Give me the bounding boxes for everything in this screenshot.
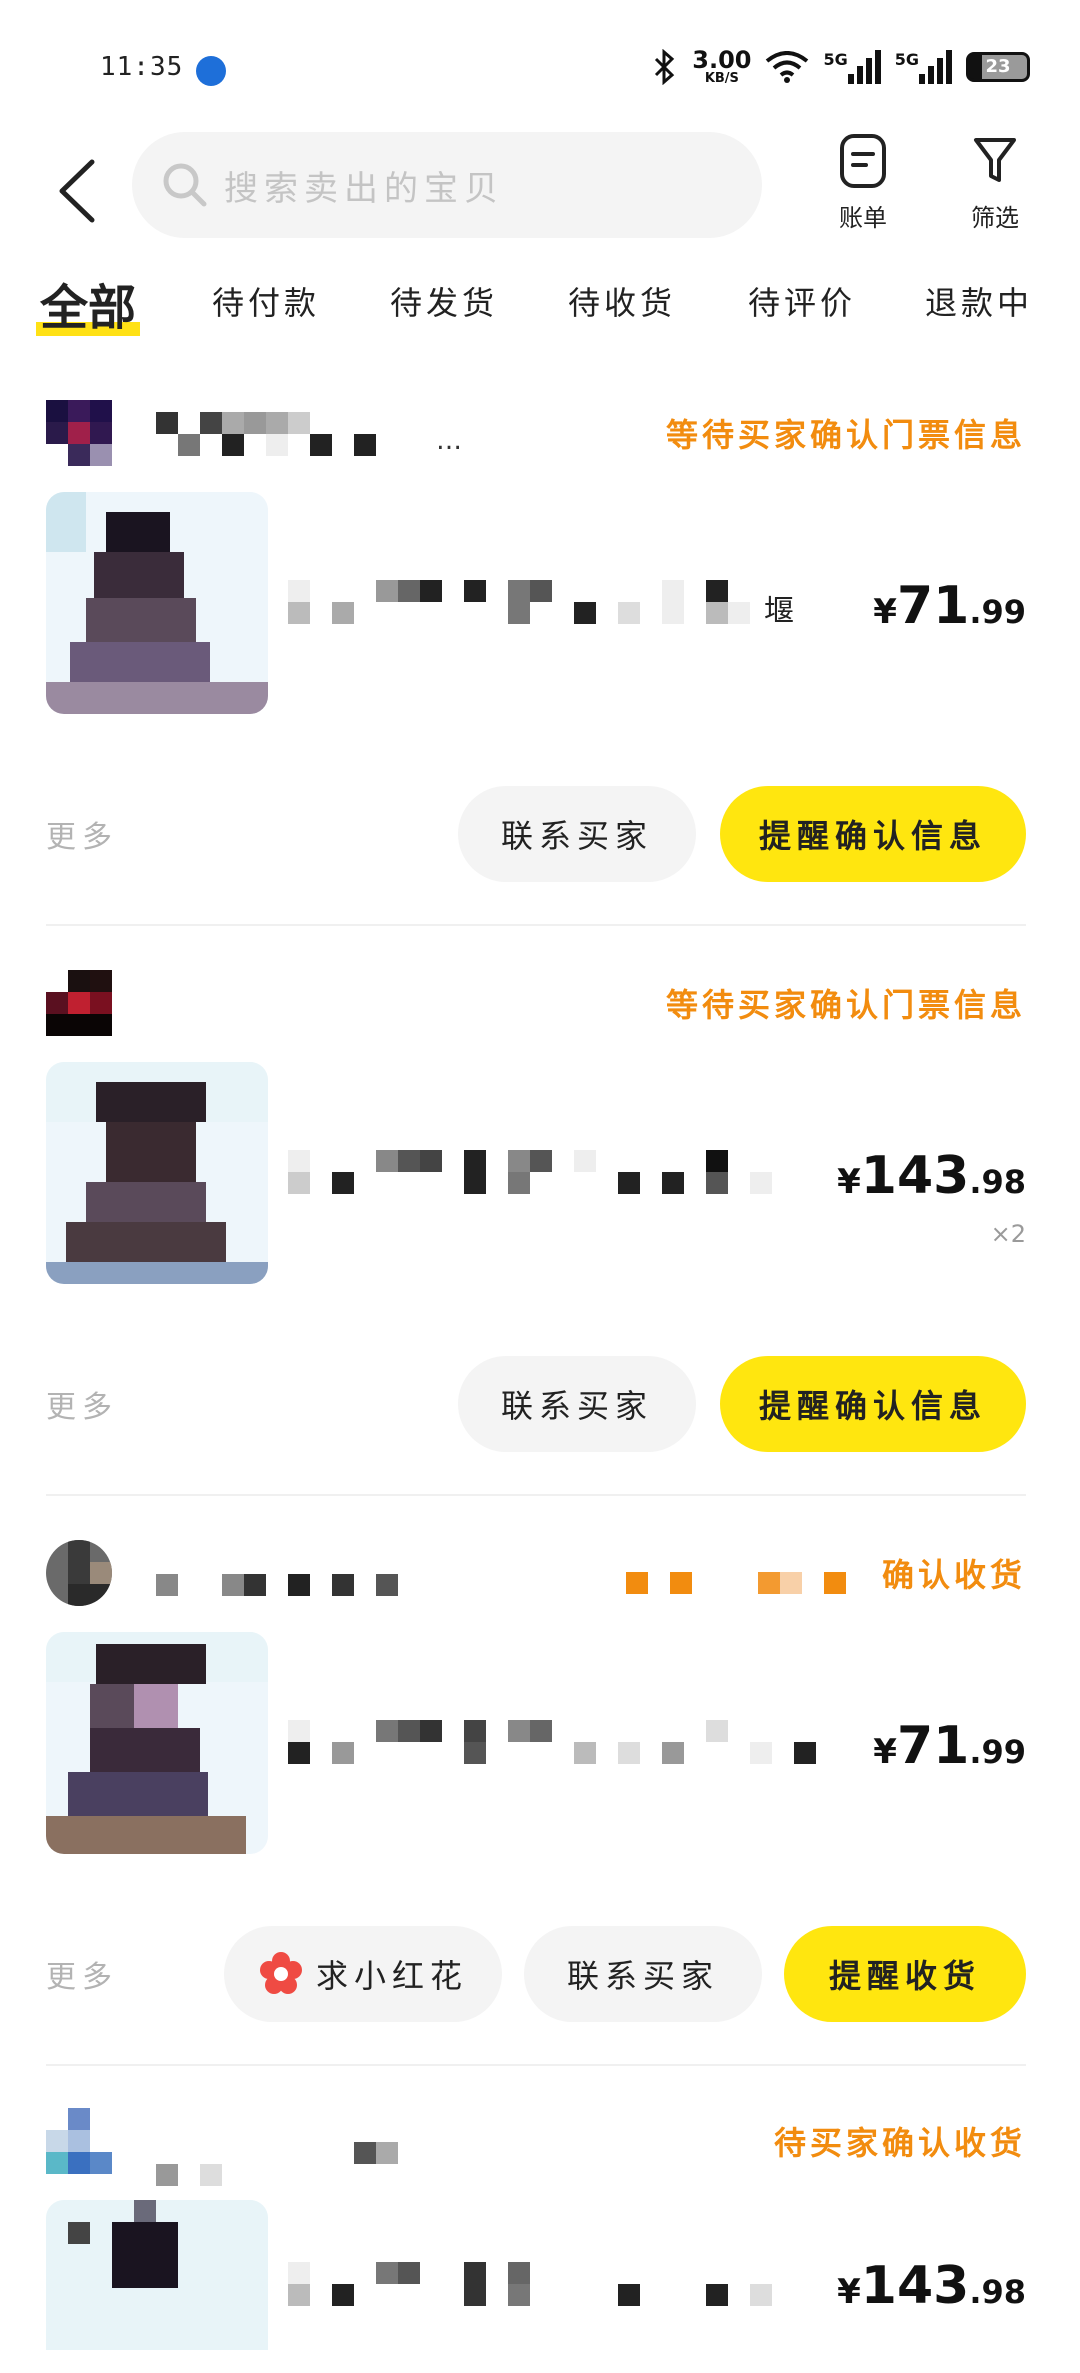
product-thumbnail[interactable] xyxy=(46,1062,268,1284)
avatar[interactable] xyxy=(46,400,112,466)
order-status: 等待买家确认门票信息 xyxy=(665,416,1026,454)
more-link[interactable]: 更多 xyxy=(46,812,118,856)
remind-confirm-info-button[interactable]: 提醒确认信息 xyxy=(720,1356,1026,1452)
divider xyxy=(46,924,1026,926)
signal-1: 5G xyxy=(823,49,881,84)
more-link[interactable]: 更多 xyxy=(46,1952,118,1996)
tab-pending-payment[interactable]: 待付款 xyxy=(212,278,320,324)
shop-name[interactable] xyxy=(156,2120,516,2186)
avatar[interactable] xyxy=(46,970,112,1036)
status-right: 3.00 KB/S 5G 5G 23 xyxy=(652,48,1030,85)
status-mosaic xyxy=(824,1572,846,1594)
divider xyxy=(46,1494,1026,1496)
tab-pending-shipment[interactable]: 待发货 xyxy=(390,278,498,324)
back-arrow-icon[interactable] xyxy=(50,156,110,226)
bluetooth-icon xyxy=(655,48,675,85)
bill-button[interactable]: 账单 xyxy=(818,132,908,233)
order-price: ¥143.98 xyxy=(837,2256,1026,2316)
order-card[interactable]: 等待买家确认门票信息 ¥143.98 ×2 更多 联系买家 提醒确认信息 xyxy=(46,970,1026,1500)
divider xyxy=(46,2064,1026,2066)
product-title[interactable] xyxy=(288,1150,828,1200)
product-title[interactable]: 堰 xyxy=(288,580,828,630)
order-card[interactable]: … 等待买家确认门票信息 堰 ¥71.99 更多 联系买家 提醒确认信息 xyxy=(46,400,1026,930)
product-title[interactable] xyxy=(288,1720,828,1770)
more-link[interactable]: 更多 xyxy=(46,1382,118,1426)
search-input[interactable]: 搜索卖出的宝贝 xyxy=(132,132,762,238)
order-quantity: ×2 xyxy=(990,1220,1026,1248)
contact-buyer-button[interactable]: 联系买家 xyxy=(458,786,696,882)
contact-buyer-button[interactable]: 联系买家 xyxy=(458,1356,696,1452)
order-status: 待买家确认收货 xyxy=(773,2124,1026,2162)
order-price: ¥71.99 xyxy=(873,1716,1026,1776)
status-mosaic xyxy=(780,1572,802,1594)
tab-all[interactable]: 全部 xyxy=(35,268,141,338)
order-card[interactable]: 确认收货 ¥71.99 更多 求小红花 联系买家 提醒收货 xyxy=(46,1540,1026,2070)
product-thumbnail[interactable] xyxy=(46,492,268,714)
filter-label: 筛选 xyxy=(971,204,1019,232)
order-tabs: 全部 待付款 待发货 待收货 待评价 退款中 xyxy=(0,278,1080,348)
header: 搜索卖出的宝贝 账单 筛选 xyxy=(0,130,1080,250)
battery-icon: 23 xyxy=(966,51,1030,82)
app-notification-icon xyxy=(196,56,226,86)
search-icon xyxy=(163,163,207,207)
search-placeholder: 搜索卖出的宝贝 xyxy=(224,168,504,209)
bill-label: 账单 xyxy=(839,204,887,232)
order-status: 确认收货 xyxy=(881,1556,1026,1594)
order-price: ¥71.99 xyxy=(873,576,1026,636)
filter-button[interactable]: 筛选 xyxy=(950,132,1040,233)
order-status: 等待买家确认门票信息 xyxy=(665,986,1026,1024)
remind-receipt-button[interactable]: 提醒收货 xyxy=(784,1926,1026,2022)
tab-pending-review[interactable]: 待评价 xyxy=(748,278,856,324)
status-time: 11:35 xyxy=(100,52,184,82)
status-mosaic xyxy=(626,1572,648,1594)
tab-pending-receipt[interactable]: 待收货 xyxy=(568,278,676,324)
remind-confirm-info-button[interactable]: 提醒确认信息 xyxy=(720,786,1026,882)
shop-name[interactable] xyxy=(156,1552,516,1596)
tab-refunding[interactable]: 退款中 xyxy=(925,278,1033,324)
status-mosaic xyxy=(670,1572,692,1594)
avatar[interactable] xyxy=(46,2108,112,2174)
order-price: ¥143.98 xyxy=(837,1146,1026,1206)
order-card[interactable]: 待买家确认收货 ¥143.98 xyxy=(46,2108,1026,2373)
net-speed: 3.00 KB/S xyxy=(692,46,752,86)
red-flower-icon xyxy=(259,1952,302,1994)
product-thumbnail[interactable] xyxy=(46,2200,268,2350)
signal-2: 5G xyxy=(895,49,952,84)
avatar[interactable] xyxy=(46,1540,112,1606)
ask-red-flower-button[interactable]: 求小红花 xyxy=(224,1926,502,2022)
status-mosaic xyxy=(758,1572,780,1594)
wifi-icon xyxy=(766,50,809,83)
status-bar: 11:35 3.00 KB/S 5G 5G 23 xyxy=(0,0,1080,120)
contact-buyer-button[interactable]: 联系买家 xyxy=(524,1926,762,2022)
bill-icon xyxy=(840,134,886,188)
product-thumbnail[interactable] xyxy=(46,1632,268,1854)
product-title[interactable] xyxy=(288,2262,828,2312)
filter-icon xyxy=(974,138,1016,182)
shop-name[interactable]: … xyxy=(156,412,516,456)
